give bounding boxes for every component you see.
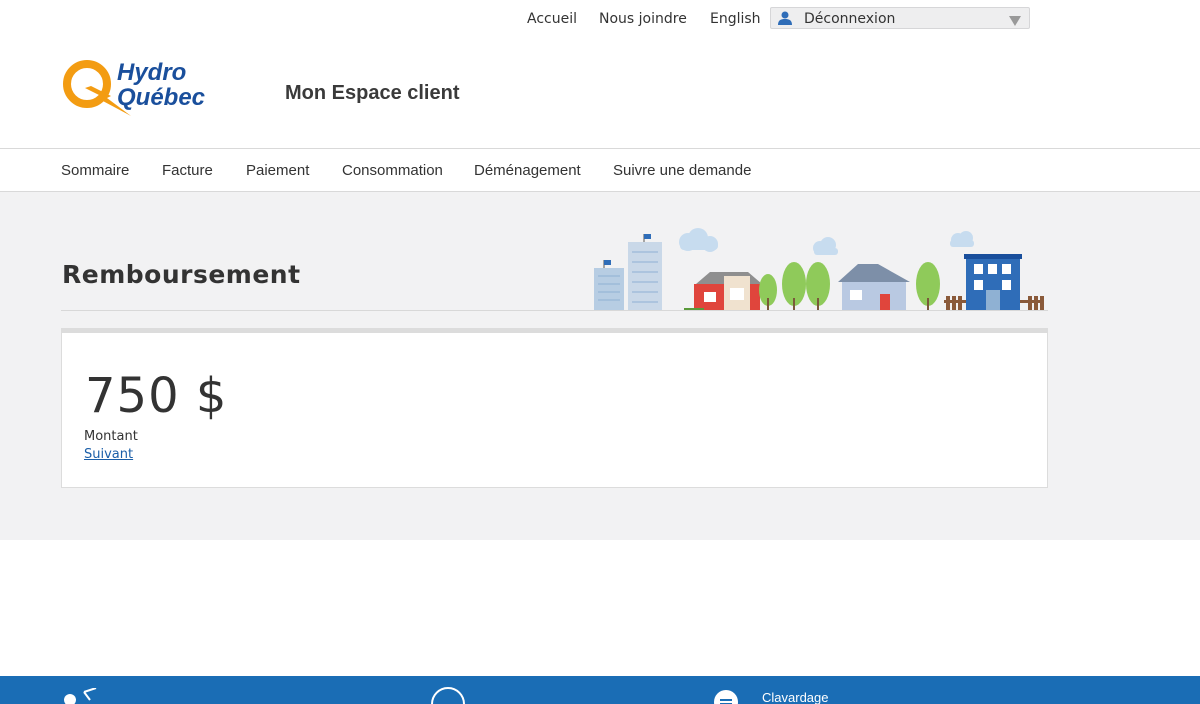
logo-text-line2: Québec — [117, 84, 205, 111]
chat-icon[interactable] — [714, 688, 744, 704]
home-link[interactable]: Accueil — [527, 11, 577, 27]
page-title: Remboursement — [62, 260, 301, 289]
user-icon — [777, 11, 793, 30]
site-title: Mon Espace client — [285, 82, 460, 104]
chevron-down-icon — [1009, 13, 1021, 31]
utility-bar: Accueil Nous joindre English Déconnexion — [0, 0, 1200, 40]
next-link[interactable]: Suivant — [84, 447, 133, 462]
amount-label: Montant — [84, 429, 138, 444]
chat-label[interactable]: Clavardage — [762, 690, 829, 704]
logo-text-line1: Hydro — [117, 59, 186, 86]
phone-icon[interactable] — [62, 687, 100, 704]
location-icon[interactable] — [430, 686, 468, 704]
nav-item-suivre-demande[interactable]: Suivre une demande — [613, 162, 751, 179]
title-divider — [61, 310, 1048, 311]
hydro-quebec-logo[interactable]: Hydro Québec — [61, 58, 237, 118]
contact-link[interactable]: Nous joindre — [599, 11, 687, 27]
nav-item-sommaire[interactable]: Sommaire — [61, 162, 129, 179]
nav-item-consommation[interactable]: Consommation — [342, 162, 443, 179]
footer-bar: Clavardage — [0, 676, 1200, 704]
user-menu-dropdown[interactable]: Déconnexion — [770, 7, 1030, 29]
nav-item-paiement[interactable]: Paiement — [246, 162, 309, 179]
logout-label: Déconnexion — [804, 11, 896, 27]
main-nav: Sommaire Facture Paiement Consommation D… — [0, 148, 1200, 192]
city-illustration — [588, 228, 1048, 312]
refund-amount: 750 $ — [85, 368, 228, 424]
nav-item-facture[interactable]: Facture — [162, 162, 213, 179]
nav-item-demenagement[interactable]: Déménagement — [474, 162, 581, 179]
language-link[interactable]: English — [710, 11, 761, 27]
